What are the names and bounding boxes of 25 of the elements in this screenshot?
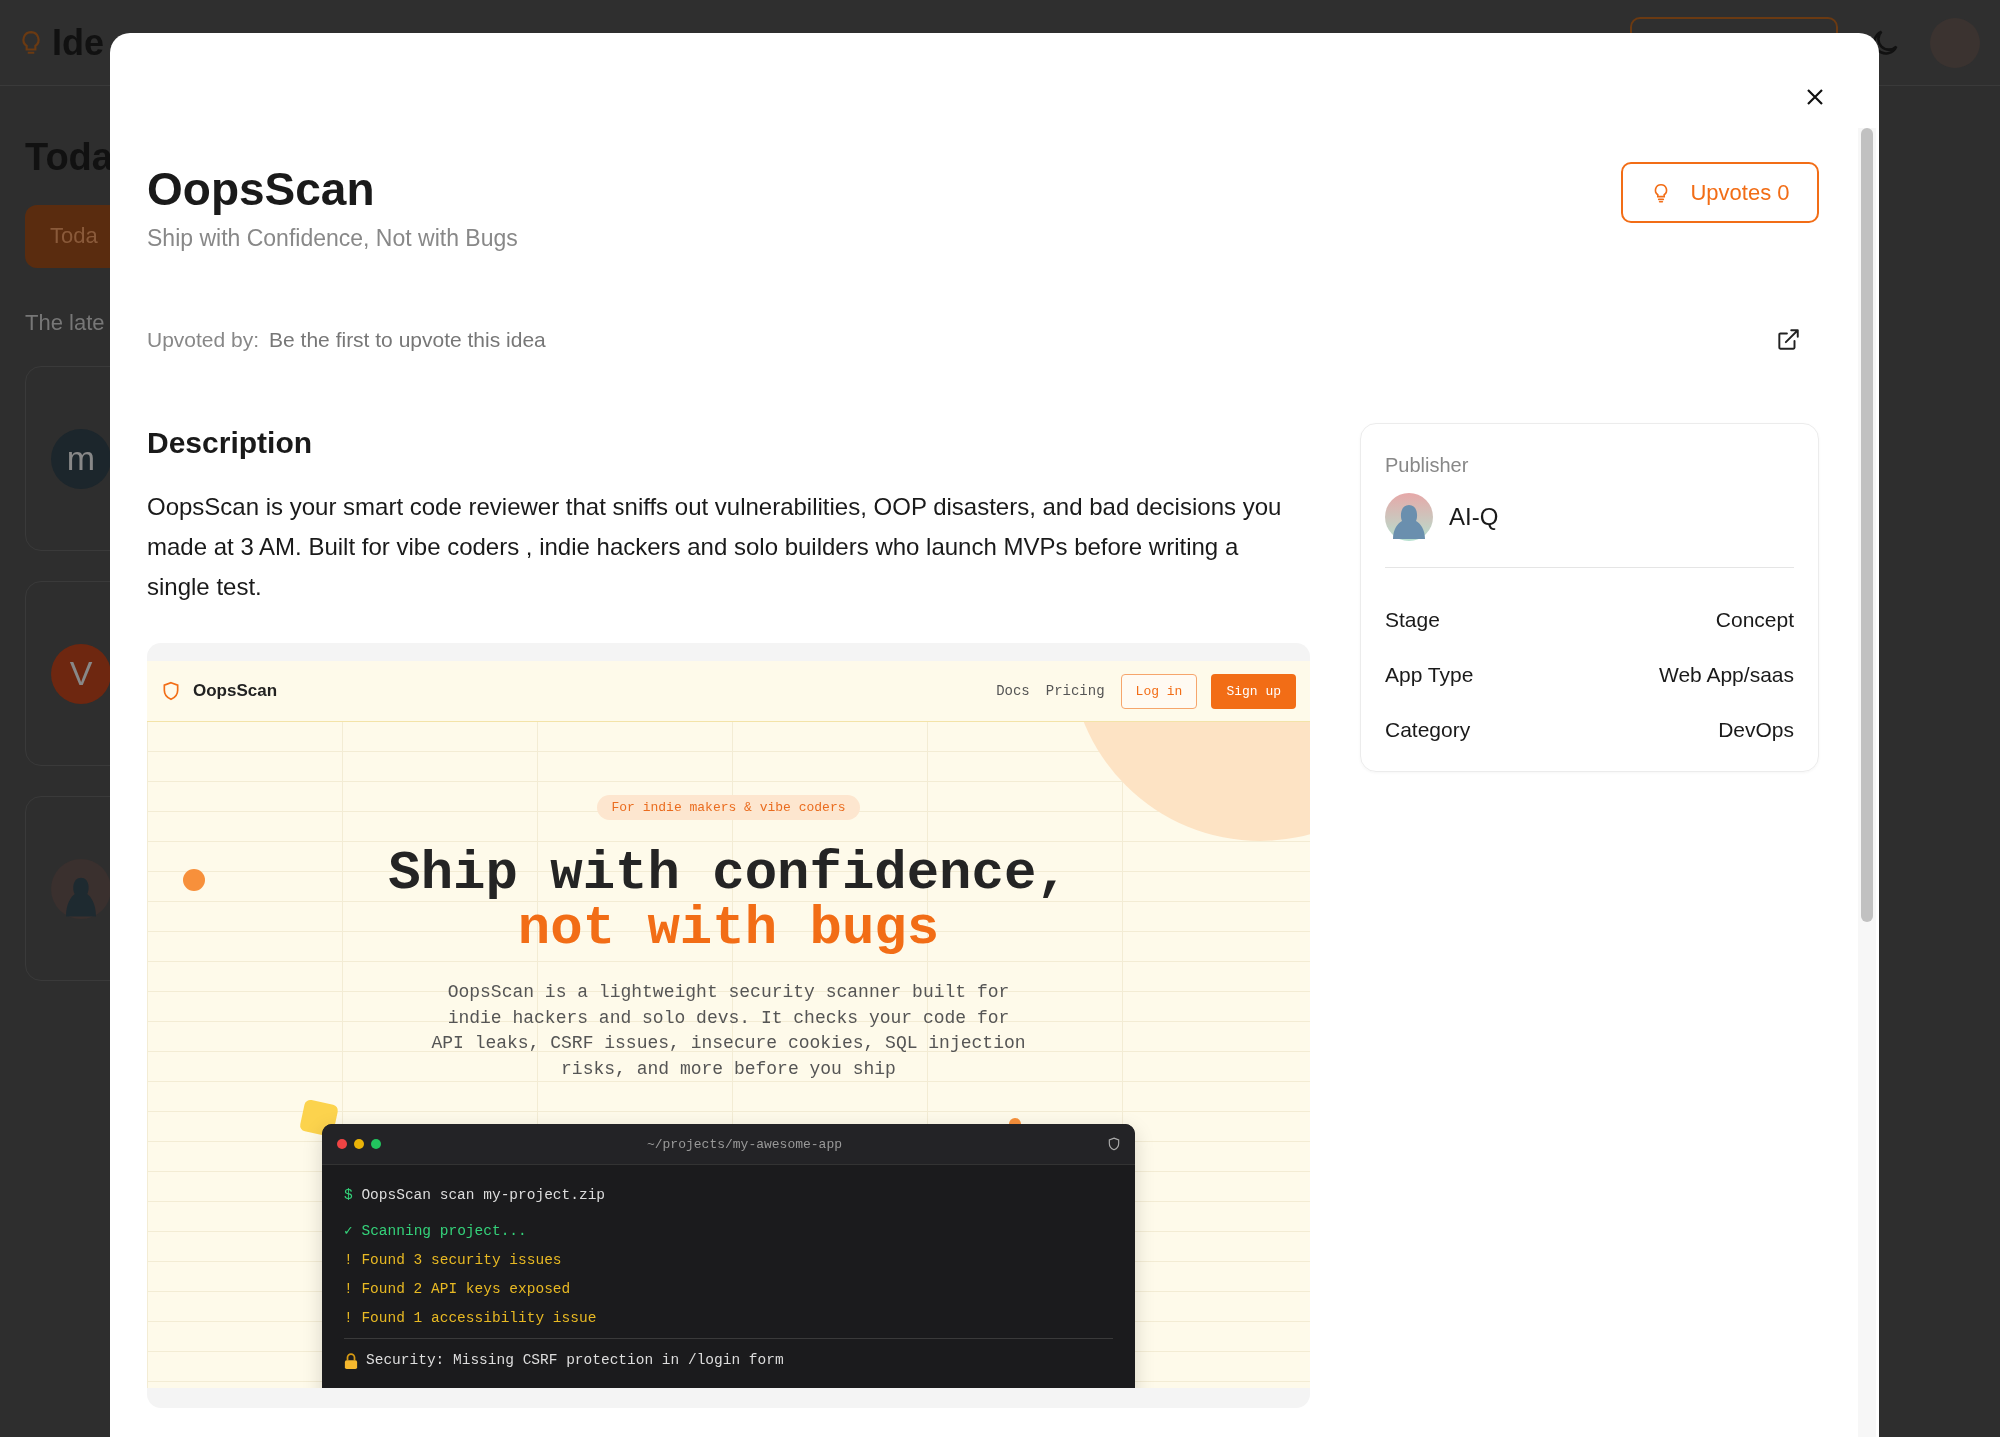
hero-headline: Ship with confidence,	[388, 846, 1069, 901]
intro-text: The late	[25, 310, 105, 336]
upvoted-by-text: Be the first to upvote this idea	[269, 328, 546, 352]
description-text: OopsScan is your smart code reviewer that sniffs out vulnerabilities, OOP disasters, and bad decisions you made at 3 AM. Built for vibe coders , indie hackers and solo builders who launch MVPs before writing a single test.	[147, 492, 1283, 602]
terminal-line: Security: Missing CSRF protection in /login form	[366, 1351, 784, 1370]
letter-avatar: m	[51, 428, 111, 489]
detail-value: DevOps	[1718, 717, 1794, 742]
tagline-badge: For indie makers & vibe coders	[597, 795, 860, 820]
terminal-line: ! Found 3 security issues	[344, 1251, 563, 1270]
detail-label: Stage	[1385, 607, 1440, 632]
hero-description: OopsScan is a lightweight security scanner built for indie hackers and solo devs. It checks your code for API leaks, CSRF issues, insecure cookies, SQL injection risks, and more before you ship	[430, 981, 1027, 1081]
terminal-line: ✓ Scanning project...	[344, 1222, 528, 1241]
terminal-title: ~/projects/my-awesome-app	[646, 1136, 842, 1152]
terminal-line: $ OopsScan scan my-project.zip	[344, 1186, 607, 1205]
letter-avatar: V	[51, 643, 111, 704]
terminal-line: ! Found 1 accessibility issue	[344, 1309, 598, 1328]
upvoted-by-label: Upvoted by:	[147, 328, 260, 352]
detail-label: Category	[1385, 717, 1471, 742]
terminal-line: ! Found 2 API keys exposed	[344, 1280, 572, 1299]
description-heading: Description	[147, 425, 314, 461]
hero-headline: not with bugs	[516, 901, 941, 956]
publisher-label: Publisher	[1385, 454, 1470, 477]
detail-value: Concept	[1715, 607, 1794, 632]
detail-value: Web App/saas	[1658, 662, 1794, 687]
detail-label: App Type	[1385, 662, 1474, 687]
